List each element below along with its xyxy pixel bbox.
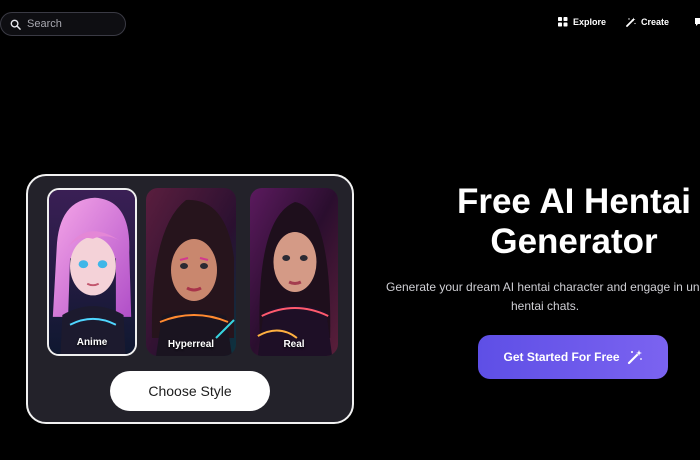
- get-started-label: Get Started For Free: [503, 350, 620, 364]
- hero-subtitle-line-2: hentai chats.: [511, 299, 580, 313]
- magic-wand-icon: [627, 350, 642, 365]
- hero-subtitle-line-1: Generate your dream AI hentai character …: [386, 280, 700, 294]
- page-title-line-1: Free AI Hentai: [456, 182, 692, 221]
- hyperreal-portrait-image: [146, 188, 236, 356]
- nav-explore[interactable]: Explore: [558, 17, 606, 27]
- nav-create[interactable]: Create: [626, 17, 669, 27]
- style-label-hyperreal: Hyperreal: [167, 339, 215, 350]
- style-option-hyperreal[interactable]: Hyperreal: [146, 188, 236, 356]
- style-selector-card: Anime Hyperreal Real Choose Style: [26, 174, 354, 424]
- grid-icon: [558, 17, 568, 27]
- search-bar[interactable]: [0, 12, 126, 36]
- magic-wand-icon: [626, 17, 636, 27]
- hero-subtitle: Generate your dream AI hentai character …: [386, 278, 700, 316]
- real-portrait-image: [250, 188, 338, 356]
- get-started-button[interactable]: Get Started For Free: [478, 335, 668, 379]
- choose-style-button[interactable]: Choose Style: [110, 371, 270, 411]
- search-input[interactable]: [27, 18, 117, 30]
- anime-portrait-image: [49, 190, 135, 354]
- nav-explore-label: Explore: [573, 17, 607, 27]
- nav-create-label: Create: [641, 17, 670, 27]
- style-option-anime[interactable]: Anime: [47, 188, 137, 356]
- style-option-real[interactable]: Real: [250, 188, 338, 356]
- style-label-real: Real: [283, 339, 305, 350]
- page-title-line-2: Generator: [490, 222, 658, 261]
- search-icon: [10, 19, 21, 30]
- style-label-anime: Anime: [76, 337, 108, 348]
- chat-icon[interactable]: [694, 17, 700, 27]
- page-title: Free AI Hentai Generator: [440, 182, 700, 262]
